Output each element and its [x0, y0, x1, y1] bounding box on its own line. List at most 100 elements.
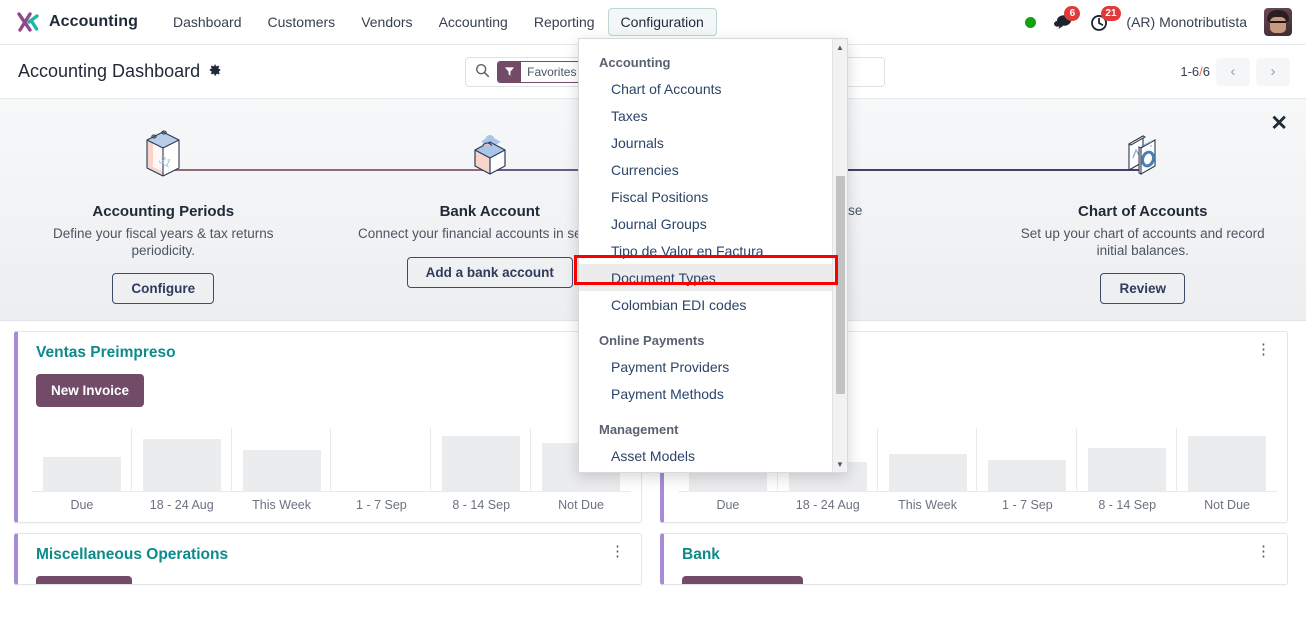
journal-card-ventas-preimpreso[interactable]: Ventas Preimpreso ⋮ New Invoice Due18 - …: [14, 331, 642, 523]
dropdown-group-gap: [579, 318, 832, 328]
activities-button[interactable]: 21: [1090, 5, 1121, 32]
onboarding-step-description: Set up your chart of accounts and record…: [1020, 226, 1265, 258]
chart-bar-cell[interactable]: [132, 422, 232, 491]
journal-entry-link[interactable]: Tax return for August 2024: [224, 583, 382, 584]
menu-configuration[interactable]: Configuration: [607, 8, 717, 36]
chart-bar[interactable]: [988, 459, 1067, 491]
configure-button[interactable]: Configure: [112, 273, 215, 305]
menu-vendors[interactable]: Vendors: [348, 8, 425, 36]
chart-bar-cell[interactable]: [878, 422, 978, 491]
journal-card-bank[interactable]: Bank ⋮ Connect Bank: [660, 533, 1288, 585]
menu-customers[interactable]: Customers: [255, 8, 349, 36]
chart-bar[interactable]: [442, 435, 521, 491]
chart-x-tick-label: Not Due: [1204, 498, 1250, 512]
dropdown-item-colombian-edi-codes[interactable]: Colombian EDI codes: [579, 291, 832, 318]
chart-bar-cell[interactable]: [1077, 422, 1177, 491]
chart-bar-cell[interactable]: [1177, 422, 1277, 491]
dropdown-item-payment-methods[interactable]: Payment Methods: [579, 380, 832, 407]
dropdown-item-payment-providers[interactable]: Payment Providers: [579, 353, 832, 380]
chart-x-tick-label: This Week: [252, 498, 311, 512]
chart-x-tick-label: This Week: [898, 498, 957, 512]
journal-card-miscellaneous-operations[interactable]: Miscellaneous Operations ⋮ New Entry Tax…: [14, 533, 642, 585]
chart-x-labels: Due 18 - 24 Aug This Week 1 - 7 Sep 8 - 14 S…: [678, 492, 1277, 512]
dropdown-scrollbar[interactable]: ▲ ▼: [832, 39, 847, 472]
triangle-up-icon[interactable]: ▲: [833, 40, 847, 54]
chart-bar[interactable]: [1188, 435, 1266, 491]
review-button[interactable]: Review: [1100, 273, 1186, 305]
chart-x-tick-label: 18 - 24 Aug: [795, 498, 860, 512]
dropdown-scroll-area: Accounting Chart of Accounts Taxes Journals…: [579, 39, 832, 472]
navbar-systray: 6 21 (AR) Monotributista: [1025, 5, 1292, 36]
journal-entry-date: 09/07/2024: [559, 583, 627, 584]
page-title: Accounting Dashboard: [18, 61, 201, 81]
vertical-dots-icon[interactable]: ⋮: [1254, 342, 1273, 357]
menu-reporting[interactable]: Reporting: [521, 8, 608, 36]
vertical-dots-icon[interactable]: ⋮: [608, 544, 627, 559]
configuration-dropdown-menu[interactable]: Accounting Chart of Accounts Taxes Journals…: [578, 38, 848, 473]
dropdown-item-tipo-de-valor-en-factura[interactable]: Tipo de Valor en Factura: [579, 237, 832, 264]
triangle-down-icon[interactable]: ▼: [833, 457, 847, 471]
gear-icon[interactable]: [208, 63, 222, 80]
dropdown-item-chart-of-accounts[interactable]: Chart of Accounts: [579, 75, 832, 102]
chart-bar-cell[interactable]: [232, 422, 332, 491]
pager-previous-button[interactable]: ‹: [1216, 57, 1250, 86]
chart-bar-cell[interactable]: [32, 422, 132, 491]
filter-funnel-icon: [498, 61, 522, 82]
chart-bar[interactable]: [42, 456, 121, 491]
add-bank-account-button[interactable]: Add a bank account: [406, 256, 573, 288]
pager-total: 6: [1202, 64, 1210, 79]
chart-bar-cell[interactable]: [431, 422, 531, 491]
activities-badge: 21: [1101, 5, 1121, 21]
new-invoice-button[interactable]: New Invoice: [36, 374, 145, 407]
dropdown-item-product-categories[interactable]: Product Categories: [579, 469, 832, 472]
chart-bar-cell[interactable]: [977, 422, 1078, 491]
chart-reports-icon: [992, 119, 1295, 191]
chart-x-tick-label: 1 - 7 Sep: [356, 498, 407, 512]
chart-bars: [32, 422, 631, 492]
connect-bank-button[interactable]: Connect Bank: [682, 576, 803, 584]
onboarding-step-description: Define your fiscal years & tax returns p…: [52, 226, 274, 258]
user-menu-name[interactable]: (AR) Monotributista: [1126, 14, 1247, 30]
dropdown-item-document-types[interactable]: Document Types: [579, 264, 832, 291]
search-facet-favorites[interactable]: Favorites: [497, 60, 584, 83]
onboarding-step-title: Accounting Periods: [92, 203, 235, 220]
dropdown-item-currencies[interactable]: Currencies: [579, 156, 832, 183]
chart-x-tick-label: 8 - 14 Sep: [1098, 498, 1157, 512]
onboarding-step-accounting-periods: 31 Accounting Periods Define your fiscal…: [0, 119, 490, 305]
online-status-dot: [1025, 16, 1037, 28]
dropdown-item-asset-models[interactable]: Asset Models: [579, 442, 832, 469]
odoo-logo-icon[interactable]: [16, 10, 40, 34]
chart-x-tick-label: Due: [716, 498, 740, 512]
dropdown-item-journal-groups[interactable]: Journal Groups: [579, 210, 832, 237]
journal-card-title[interactable]: Bank: [682, 546, 720, 564]
chart-bar[interactable]: [142, 439, 221, 491]
journal-card-title[interactable]: Miscellaneous Operations: [36, 546, 228, 564]
brand-name[interactable]: Accounting: [49, 13, 138, 31]
chart-x-tick-label: 18 - 24 Aug: [149, 498, 214, 512]
onboarding-step-chart-of-accounts: Chart of Accounts Set up your chart of a…: [816, 119, 1306, 305]
dropdown-item-fiscal-positions[interactable]: Fiscal Positions: [579, 183, 832, 210]
dropdown-item-journals[interactable]: Journals: [579, 129, 832, 156]
messages-badge: 6: [1064, 6, 1081, 21]
dropdown-item-taxes[interactable]: Taxes: [579, 102, 832, 129]
onboarding-step-title: Chart of Accounts: [1078, 203, 1208, 220]
chevron-right-icon: ›: [1270, 63, 1276, 80]
avatar[interactable]: [1264, 8, 1292, 36]
chart-bar[interactable]: [242, 449, 321, 491]
pager-count[interactable]: 1-6/6: [1180, 64, 1210, 79]
chart-bar-cell[interactable]: [331, 422, 432, 491]
dropdown-section-header: Accounting: [599, 55, 671, 70]
chart-x-tick-label: 1 - 7 Sep: [1002, 498, 1053, 512]
pager: 1-6/6 ‹ ›: [1180, 57, 1290, 86]
chart-bar[interactable]: [1088, 447, 1167, 491]
scrollbar-thumb[interactable]: [836, 176, 845, 394]
menu-accounting[interactable]: Accounting: [426, 8, 521, 36]
vertical-dots-icon[interactable]: ⋮: [1254, 544, 1273, 559]
new-entry-button[interactable]: New Entry: [36, 576, 133, 584]
pager-next-button[interactable]: ›: [1256, 57, 1290, 86]
chart-bar[interactable]: [888, 454, 967, 491]
journal-card-title[interactable]: Ventas Preimpreso: [36, 344, 176, 362]
messages-button[interactable]: 6: [1053, 6, 1081, 31]
menu-dashboard[interactable]: Dashboard: [160, 8, 255, 36]
search-facet-label: Favorites: [521, 61, 583, 82]
